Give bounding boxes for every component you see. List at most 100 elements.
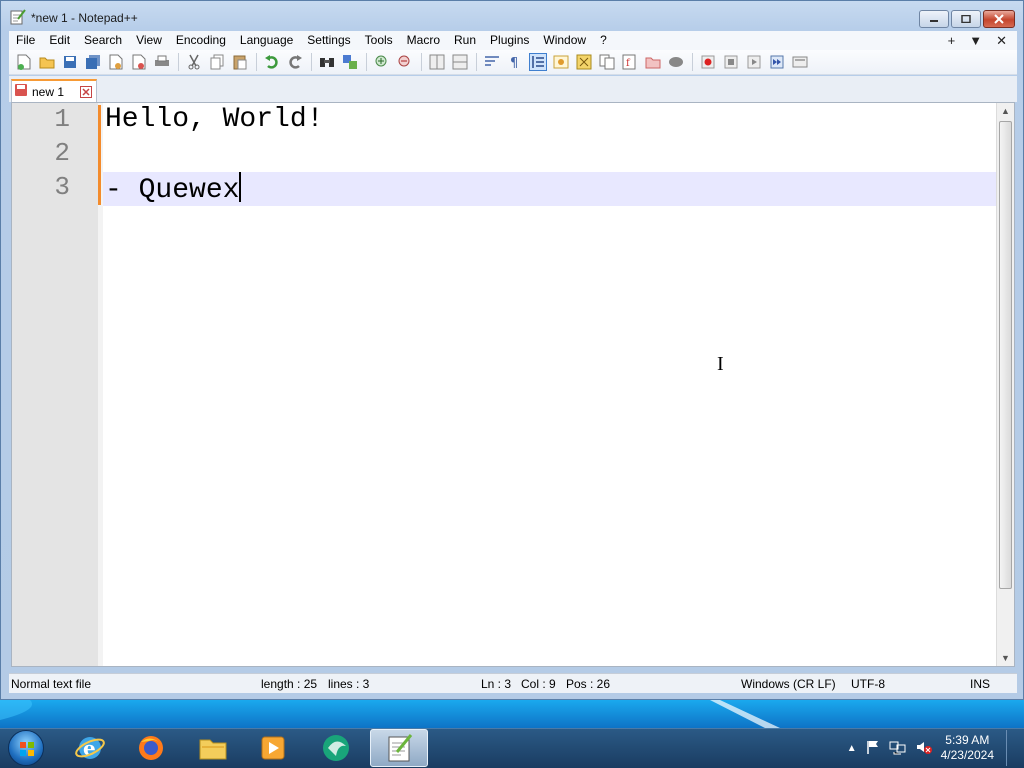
toolbar-separator [311, 53, 312, 71]
run-macro-multiple-icon[interactable] [768, 53, 786, 71]
start-button[interactable] [8, 730, 44, 766]
tab-bar: new 1 [9, 76, 1017, 102]
action-center-flag-icon[interactable] [865, 739, 881, 758]
taskbar-internet-explorer[interactable]: e [70, 729, 110, 767]
title-bar[interactable]: *new 1 - Notepad++ [1, 1, 1023, 33]
minimize-button[interactable] [919, 10, 949, 28]
taskbar-file-explorer[interactable] [193, 729, 233, 767]
new-file-icon[interactable] [15, 53, 33, 71]
show-all-chars-icon[interactable]: ¶ [506, 53, 524, 71]
show-desktop-button[interactable] [1006, 730, 1016, 766]
taskbar-app-green[interactable] [316, 729, 356, 767]
tab-label: new 1 [32, 84, 65, 99]
menu-tools[interactable]: Tools [358, 31, 400, 50]
status-position: Pos : 26 [566, 677, 611, 691]
volume-muted-icon[interactable] [915, 739, 933, 758]
status-encoding[interactable]: UTF-8 [851, 677, 885, 691]
close-window-button[interactable] [983, 10, 1015, 28]
new-tab-button[interactable]: + [948, 33, 956, 49]
menu-macro[interactable]: Macro [400, 31, 447, 50]
undo-icon[interactable] [263, 53, 281, 71]
network-icon[interactable] [889, 739, 907, 758]
unsaved-file-icon [14, 83, 28, 100]
code-area[interactable]: Hello, World! - Quewex [103, 103, 996, 666]
zoom-out-icon[interactable] [396, 53, 414, 71]
maximize-button[interactable] [951, 10, 981, 28]
editor-pane[interactable]: 1 2 3 Hello, World! - Quewex I ▲ ▼ [11, 102, 1015, 667]
taskbar-notepadpp[interactable] [370, 729, 428, 767]
scroll-up-arrow-icon[interactable]: ▲ [1001, 106, 1010, 116]
status-insert-mode[interactable]: INS [970, 677, 990, 691]
vertical-scrollbar[interactable]: ▲ ▼ [996, 103, 1014, 666]
media-player-icon [261, 736, 285, 760]
cut-icon[interactable] [185, 53, 203, 71]
clock-time: 5:39 AM [945, 733, 990, 747]
sync-vertical-icon[interactable] [428, 53, 446, 71]
maximize-icon [961, 15, 971, 23]
play-macro-icon[interactable] [745, 53, 763, 71]
toolbar-separator [476, 53, 477, 71]
line-number: 1 [54, 104, 70, 134]
menu-run[interactable]: Run [447, 31, 483, 50]
close-icon[interactable] [107, 53, 125, 71]
menu-language[interactable]: Language [233, 31, 300, 50]
taskbar-firefox[interactable] [131, 729, 171, 767]
status-column: Col : 9 [521, 677, 556, 691]
desktop-strip [0, 700, 1024, 728]
tab-new-1[interactable]: new 1 [11, 79, 97, 102]
monitoring-icon[interactable] [667, 53, 685, 71]
word-wrap-icon[interactable] [483, 53, 501, 71]
function-list-icon[interactable]: f [621, 53, 639, 71]
doc-map-icon[interactable] [575, 53, 593, 71]
udl-icon[interactable] [552, 53, 570, 71]
print-icon[interactable] [153, 53, 171, 71]
menu-settings[interactable]: Settings [300, 31, 357, 50]
document-list-icon[interactable] [598, 53, 616, 71]
sync-horizontal-icon[interactable] [451, 53, 469, 71]
clock[interactable]: 5:39 AM 4/23/2024 [941, 733, 994, 763]
toolbar-separator [256, 53, 257, 71]
internet-explorer-icon: e [75, 736, 105, 760]
scroll-down-arrow-icon[interactable]: ▼ [1001, 653, 1010, 663]
show-hidden-icons-icon[interactable]: ▲ [847, 743, 857, 754]
taskbar-media-player[interactable] [253, 729, 293, 767]
menu-plugins[interactable]: Plugins [483, 31, 536, 50]
save-icon[interactable] [61, 53, 79, 71]
save-all-icon[interactable] [84, 53, 102, 71]
record-macro-icon[interactable] [699, 53, 717, 71]
menu-view[interactable]: View [129, 31, 169, 50]
code-line-current[interactable]: - Quewex [103, 172, 996, 206]
folder-icon [199, 739, 227, 760]
zoom-in-icon[interactable] [373, 53, 391, 71]
stop-macro-icon[interactable] [722, 53, 740, 71]
svg-text:¶: ¶ [510, 56, 518, 69]
close-all-icon[interactable] [130, 53, 148, 71]
tab-close-icon[interactable] [80, 85, 92, 98]
close-doc-button[interactable]: ✕ [996, 33, 1007, 49]
menu-edit[interactable]: Edit [42, 31, 77, 50]
menu-search[interactable]: Search [77, 31, 129, 50]
find-icon[interactable] [318, 53, 336, 71]
redo-icon[interactable] [286, 53, 304, 71]
close-icon [994, 14, 1004, 24]
scrollbar-thumb[interactable] [999, 121, 1012, 589]
toolbar: ¶ f [9, 50, 1017, 75]
menu-encoding[interactable]: Encoding [169, 31, 233, 50]
menu-window[interactable]: Window [536, 31, 593, 50]
copy-icon[interactable] [208, 53, 226, 71]
menu-file[interactable]: File [9, 31, 42, 50]
open-file-icon[interactable] [38, 53, 56, 71]
paste-icon[interactable] [231, 53, 249, 71]
menu-help[interactable]: ? [593, 31, 614, 50]
save-macro-icon[interactable] [791, 53, 809, 71]
code-line[interactable] [103, 137, 996, 171]
replace-icon[interactable] [341, 53, 359, 71]
toolbar-separator [178, 53, 179, 71]
folder-as-workspace-icon[interactable] [644, 53, 662, 71]
status-eol[interactable]: Windows (CR LF) [741, 677, 836, 691]
code-line[interactable]: Hello, World! [103, 103, 996, 137]
line-number: 2 [54, 138, 70, 168]
tab-list-button[interactable]: ▼ [969, 33, 982, 49]
window-title: *new 1 - Notepad++ [31, 11, 138, 25]
indent-guide-icon[interactable] [529, 53, 547, 71]
